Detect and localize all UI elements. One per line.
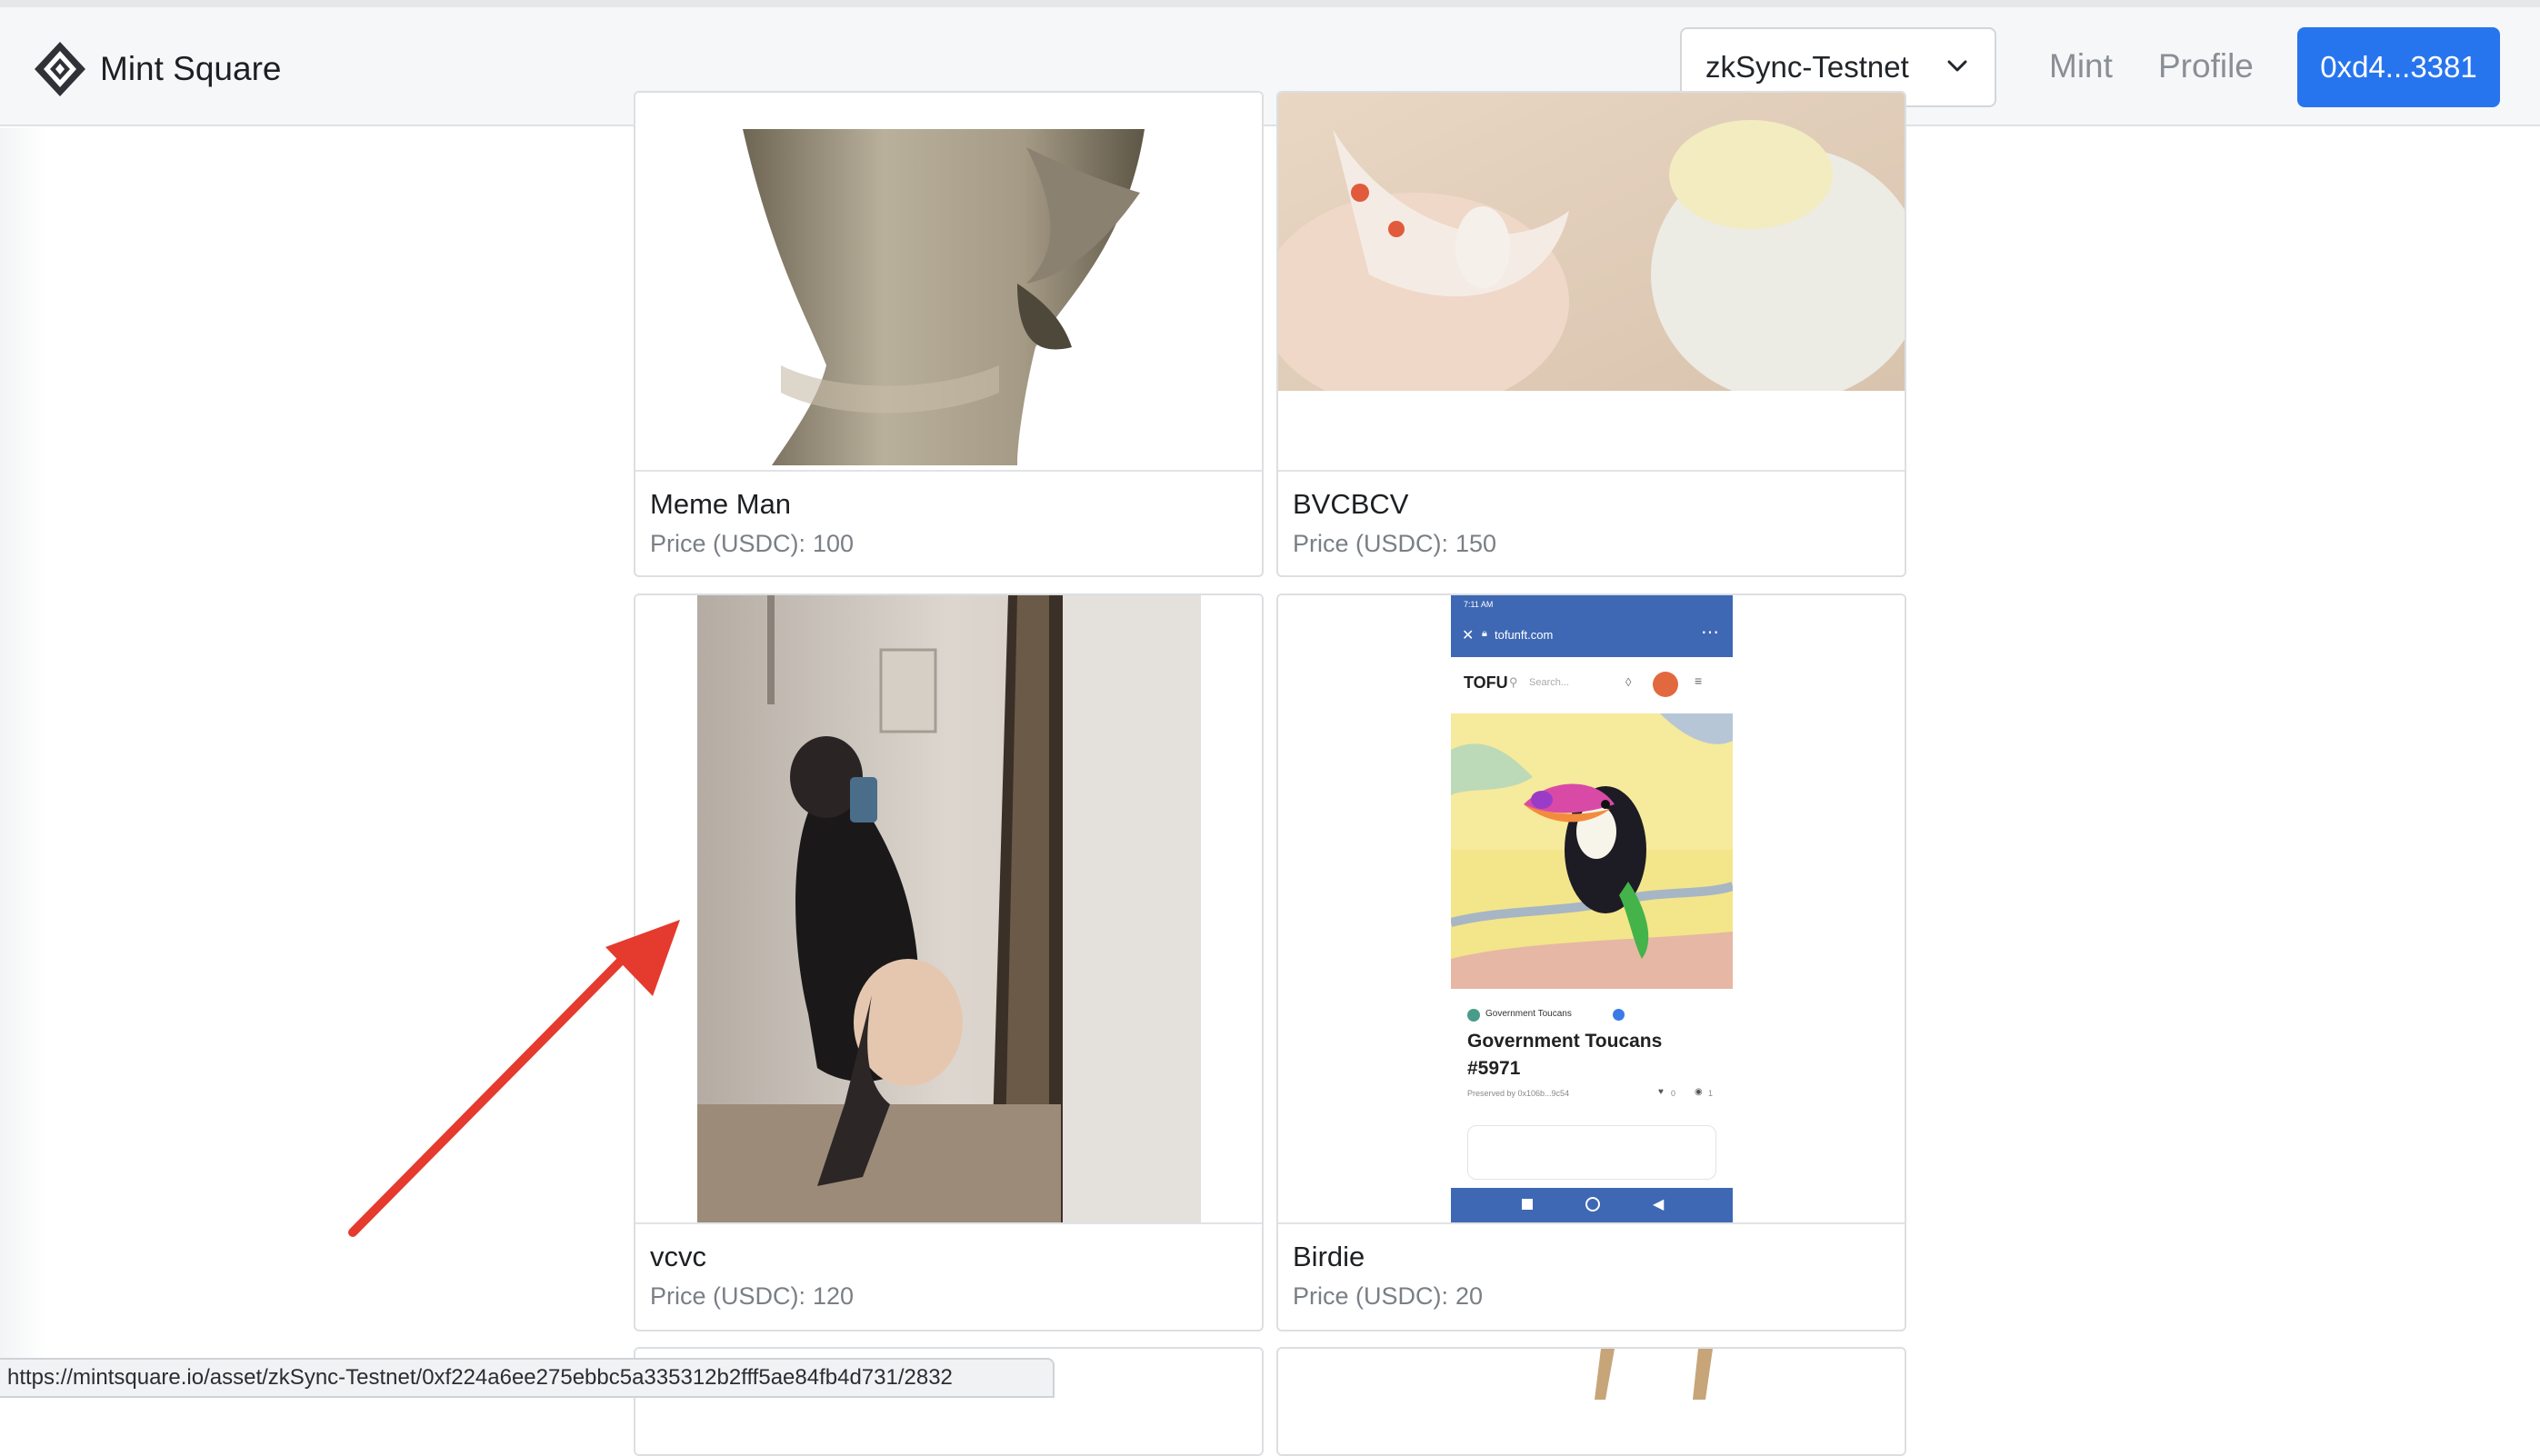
card-price: Price (USDC): 120 xyxy=(650,1282,854,1311)
card-price: Price (USDC): 100 xyxy=(650,530,854,558)
toucan-screenshot-image: 7:11 AM ✕ 🔒︎ tofunft.com ⋯ TOFU ⚲ Search… xyxy=(1451,595,1733,1222)
collection-avatar-icon xyxy=(1467,1009,1480,1022)
avatar xyxy=(1653,672,1678,697)
photo-image xyxy=(1278,93,1905,470)
card-price-label: Price (USDC): xyxy=(1293,530,1449,557)
mirror-selfie-image xyxy=(697,595,1201,1222)
card-title: Meme Man xyxy=(650,488,792,520)
phone-preserved-by: Preserved by 0x106b...9c54 xyxy=(1467,1089,1570,1098)
menu-icon: ≡ xyxy=(1695,673,1703,688)
card-image-container xyxy=(635,595,1262,1222)
phone-status-time: 7:11 AM xyxy=(1464,600,1494,609)
diamond-logo-icon xyxy=(35,42,85,96)
annotation-arrow xyxy=(348,920,680,1237)
card-price-label: Price (USDC): xyxy=(650,1282,806,1310)
card-title: vcvc xyxy=(650,1241,706,1272)
browser-top-strip xyxy=(0,0,2540,7)
bust-sculpture-image xyxy=(743,129,1145,465)
navbar: Mint Square zkSync-Testnet Mint Profile … xyxy=(0,7,2540,126)
phone-nft-details: Government Toucans Government Toucans #5… xyxy=(1451,989,1733,1180)
toucan-artwork xyxy=(1451,713,1733,989)
card-body: Birdie Price (USDC): 20 xyxy=(1278,1222,1905,1330)
status-bar-url: https://mintsquare.io/asset/zkSync-Testn… xyxy=(7,1365,953,1390)
search-icon: ⚲ xyxy=(1509,675,1518,689)
card-body: BVCBCV Price (USDC): 150 xyxy=(1278,470,1905,575)
eye-icon: ◉ xyxy=(1695,1087,1703,1097)
card-price-label: Price (USDC): xyxy=(1293,1282,1449,1310)
card-body: vcvc Price (USDC): 120 xyxy=(635,1222,1262,1330)
square-icon xyxy=(1522,1199,1533,1210)
card-image-container xyxy=(1278,93,1905,470)
phone-url-bar: ✕ 🔒︎ tofunft.com ⋯ xyxy=(1451,613,1733,657)
nft-card-birdie[interactable]: 7:11 AM ✕ 🔒︎ tofunft.com ⋯ TOFU ⚲ Search… xyxy=(1276,593,1906,1331)
phone-nav-bar: ◀ xyxy=(1451,1188,1733,1222)
card-image-partial xyxy=(1595,1349,1713,1400)
card-price-value: 120 xyxy=(813,1282,855,1310)
nft-card-partial[interactable] xyxy=(1276,1347,1906,1456)
card-body: Meme Man Price (USDC): 100 xyxy=(635,470,1262,575)
wallet-address-button[interactable]: 0xd4...3381 xyxy=(2297,27,2500,107)
verified-icon xyxy=(1613,1009,1625,1021)
card-title: BVCBCV xyxy=(1293,488,1409,520)
phone-collection-name: Government Toucans xyxy=(1485,1009,1572,1019)
brand-name: Mint Square xyxy=(100,50,282,87)
card-price-value: 150 xyxy=(1455,530,1497,557)
card-price-label: Price (USDC): xyxy=(650,530,806,557)
nav-mint-link[interactable]: Mint xyxy=(2049,47,2113,85)
chevron-down-icon xyxy=(1947,60,1967,72)
card-price: Price (USDC): 150 xyxy=(1293,530,1496,558)
phone-views: 1 xyxy=(1708,1089,1714,1098)
card-image-container: 7:11 AM ✕ 🔒︎ tofunft.com ⋯ TOFU ⚲ Search… xyxy=(1278,595,1905,1222)
more-icon: ⋯ xyxy=(1701,623,1719,643)
phone-site-header: TOFU ⚲ Search... ◊ ≡ xyxy=(1451,657,1733,713)
phone-url: tofunft.com xyxy=(1495,628,1554,642)
browser-status-bar: https://mintsquare.io/asset/zkSync-Testn… xyxy=(0,1358,1055,1398)
phone-likes: 0 xyxy=(1671,1089,1676,1098)
close-icon: ✕ xyxy=(1462,628,1475,643)
nft-card-bvcbcv[interactable]: BVCBCV Price (USDC): 150 xyxy=(1276,91,1906,577)
card-title: Birdie xyxy=(1293,1241,1365,1272)
card-price-value: 100 xyxy=(813,530,855,557)
bell-icon: ◊ xyxy=(1625,675,1632,689)
phone-nft-name-line1: Government Toucans xyxy=(1467,1031,1663,1052)
phone-status-bar: 7:11 AM xyxy=(1451,595,1733,613)
lock-icon: 🔒︎ xyxy=(1482,628,1487,639)
phone-nft-name-line2: #5971 xyxy=(1467,1058,1521,1079)
card-image-container xyxy=(635,93,1262,470)
phone-detail-card xyxy=(1467,1125,1716,1180)
nft-card-meme-man[interactable]: Meme Man Price (USDC): 100 xyxy=(634,91,1264,577)
home-icon xyxy=(1585,1197,1600,1212)
brand-link[interactable]: Mint Square xyxy=(33,37,282,101)
phone-site-brand: TOFU xyxy=(1464,673,1508,692)
phone-search-placeholder: Search... xyxy=(1529,677,1570,688)
wallet-address-label: 0xd4...3381 xyxy=(2320,50,2477,84)
network-select-value: zkSync-Testnet xyxy=(1705,50,1909,84)
card-price: Price (USDC): 20 xyxy=(1293,1282,1483,1311)
heart-icon: ♥ xyxy=(1658,1087,1664,1097)
back-icon: ◀ xyxy=(1653,1197,1665,1212)
card-price-value: 20 xyxy=(1455,1282,1484,1310)
page-left-gutter xyxy=(0,128,47,1398)
nav-profile-link[interactable]: Profile xyxy=(2158,47,2254,85)
nft-card-vcvc[interactable]: vcvc Price (USDC): 120 xyxy=(634,593,1264,1331)
